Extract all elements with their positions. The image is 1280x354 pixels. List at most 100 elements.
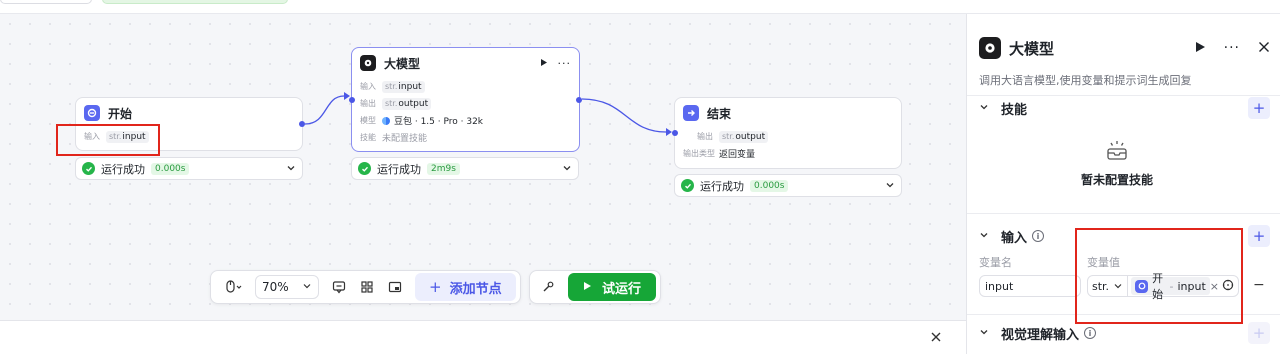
test-run-label: 试运行 bbox=[601, 281, 641, 297]
end-output-label: 输出 bbox=[697, 132, 713, 141]
play-icon bbox=[583, 280, 592, 295]
end-kind-value: 返回变量 bbox=[719, 150, 756, 160]
var-value-field[interactable]: str. 开始 - input × bbox=[1087, 272, 1239, 301]
node-config-panel: 大模型 ··· 调用大语言模型,使用变量和提示词生成回复 技能 + 暂未配置技能… bbox=[966, 14, 1280, 354]
var-value-header: 变量值 bbox=[1087, 256, 1120, 269]
var-name-header: 变量名 bbox=[979, 256, 1012, 269]
chevron-down-icon[interactable] bbox=[979, 326, 989, 340]
var-type-select[interactable]: str. bbox=[1088, 276, 1129, 296]
inputs-title: 输入 bbox=[1001, 230, 1028, 246]
llm-skill-value: 未配置技能 bbox=[382, 134, 428, 144]
add-input-button[interactable]: + bbox=[1248, 225, 1270, 247]
start-node-title: 开始 bbox=[108, 106, 133, 121]
status-text: 运行成功 bbox=[700, 179, 744, 193]
success-icon bbox=[358, 162, 371, 175]
llm-status-bar[interactable]: 运行成功 2m9s bbox=[351, 157, 579, 180]
add-vision-input-button[interactable]: + bbox=[1248, 322, 1270, 344]
time-badge: 0.000s bbox=[750, 179, 789, 192]
llm-output-label: 输出 bbox=[360, 99, 376, 108]
status-text: 运行成功 bbox=[101, 162, 145, 176]
close-icon[interactable] bbox=[1258, 41, 1270, 56]
grid-layout-icon[interactable] bbox=[353, 274, 381, 300]
canvas-toolbar: 70% + 添加节点 bbox=[210, 270, 521, 304]
llm-input-tag: str. input bbox=[382, 80, 425, 93]
inputs-section-header[interactable]: 输入 i + bbox=[979, 225, 1270, 247]
zoom-select[interactable]: 70% bbox=[255, 275, 319, 299]
panel-description: 调用大语言模型,使用变量和提示词生成回复 bbox=[979, 74, 1192, 87]
success-icon bbox=[681, 179, 694, 192]
play-icon[interactable] bbox=[1195, 41, 1206, 56]
llm-icon bbox=[360, 55, 376, 71]
llm-input-port[interactable] bbox=[349, 97, 355, 103]
end-node[interactable]: 结束 输出 str. output 输出类型 返回变量 bbox=[672, 97, 902, 169]
edge-llm-to-end bbox=[581, 98, 667, 133]
chevron-down-icon[interactable] bbox=[562, 162, 572, 176]
start-input-tag: str. input bbox=[106, 130, 149, 143]
skills-empty-text: 暂未配置技能 bbox=[1080, 173, 1153, 187]
skills-empty-state: 暂未配置技能 bbox=[967, 140, 1267, 188]
divider bbox=[967, 95, 1280, 96]
variable-reference-chip[interactable]: 开始 - input bbox=[1131, 272, 1210, 301]
add-node-label: 添加节点 bbox=[449, 281, 502, 297]
start-input-label: 输入 bbox=[84, 132, 100, 141]
time-badge: 0.000s bbox=[151, 162, 190, 175]
llm-icon bbox=[979, 37, 1001, 59]
chevron-down-icon bbox=[302, 280, 312, 294]
plus-icon: + bbox=[429, 278, 442, 296]
close-icon[interactable] bbox=[930, 331, 942, 346]
start-node[interactable]: 开始 输入 str. input bbox=[75, 97, 305, 151]
chevron-down-icon[interactable] bbox=[885, 179, 895, 193]
vision-section-header[interactable]: 视觉理解输入 i + bbox=[979, 322, 1270, 344]
top-status-pill bbox=[102, 0, 288, 4]
clear-icon[interactable]: × bbox=[1210, 280, 1219, 293]
chevron-down-icon[interactable] bbox=[979, 101, 989, 115]
var-name-input[interactable]: input bbox=[979, 275, 1081, 297]
test-run-button[interactable]: 试运行 bbox=[568, 273, 656, 301]
divider bbox=[967, 314, 1280, 315]
add-skill-button[interactable]: + bbox=[1248, 97, 1270, 119]
llm-model-label: 模型 bbox=[360, 116, 376, 125]
llm-output-port[interactable] bbox=[576, 97, 582, 103]
llm-node-title: 大模型 bbox=[384, 56, 421, 71]
more-icon[interactable]: ··· bbox=[558, 57, 572, 70]
play-icon[interactable] bbox=[539, 56, 548, 70]
start-icon bbox=[1135, 279, 1149, 293]
comment-icon[interactable] bbox=[325, 274, 353, 300]
skills-section-header[interactable]: 技能 + bbox=[979, 97, 1270, 119]
end-status-bar[interactable]: 运行成功 0.000s bbox=[674, 174, 902, 197]
empty-box-icon bbox=[1105, 141, 1129, 165]
chevron-down-icon bbox=[1114, 284, 1122, 289]
info-icon[interactable]: i bbox=[1032, 230, 1045, 242]
vision-title: 视觉理解输入 bbox=[1001, 327, 1080, 343]
start-status-bar[interactable]: 运行成功 0.000s bbox=[75, 157, 303, 180]
divider bbox=[967, 213, 1280, 214]
top-tab[interactable] bbox=[0, 0, 92, 4]
start-output-port[interactable] bbox=[299, 121, 305, 127]
skills-title: 技能 bbox=[1001, 102, 1028, 118]
llm-node[interactable]: 大模型 ··· 输入 str. input 输出 str. output 模型 豆包… bbox=[349, 47, 582, 152]
add-node-button[interactable]: + 添加节点 bbox=[415, 273, 516, 301]
mouse-mode-icon[interactable] bbox=[217, 274, 251, 300]
end-node-title: 结束 bbox=[707, 106, 732, 121]
remove-input-button[interactable]: − bbox=[1253, 277, 1265, 293]
start-icon bbox=[84, 105, 100, 121]
edge-start-to-llm bbox=[304, 95, 345, 125]
chevron-down-icon[interactable] bbox=[979, 229, 989, 243]
wrench-icon[interactable] bbox=[534, 274, 562, 300]
top-bar bbox=[0, 0, 1280, 14]
info-icon[interactable]: i bbox=[1084, 327, 1097, 339]
doubao-icon bbox=[382, 116, 390, 125]
bottom-panel bbox=[0, 320, 966, 354]
status-text: 运行成功 bbox=[377, 162, 421, 176]
chevron-down-icon[interactable] bbox=[286, 162, 296, 176]
panel-title: 大模型 bbox=[1009, 39, 1055, 58]
more-icon[interactable]: ··· bbox=[1224, 40, 1240, 56]
zoom-value: 70% bbox=[262, 280, 289, 294]
success-icon bbox=[82, 162, 95, 175]
minimap-icon[interactable] bbox=[381, 274, 409, 300]
end-input-port[interactable] bbox=[672, 130, 678, 136]
variable-picker-icon[interactable] bbox=[1222, 279, 1234, 294]
run-toolbar: 试运行 bbox=[529, 270, 661, 304]
end-kind-label: 输出类型 bbox=[683, 149, 715, 158]
llm-skill-label: 技能 bbox=[360, 133, 376, 142]
